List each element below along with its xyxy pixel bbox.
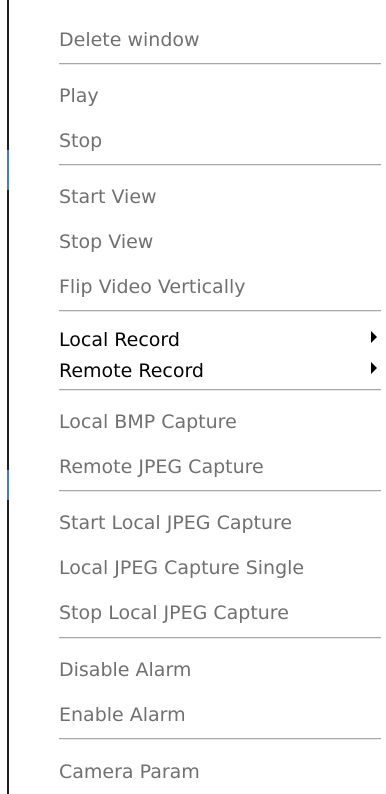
menu-item-remote-record[interactable]: Remote Record [59,359,377,383]
menu-item-label: Flip Video Vertically [59,276,246,298]
menu-separator [59,389,381,392]
menu-item-flip-video-vertically[interactable]: Flip Video Vertically [59,275,377,299]
window-left-edge [0,0,9,794]
menu-item-stop-local-jpeg-capture[interactable]: Stop Local JPEG Capture [59,601,377,625]
menu-separator [59,637,381,640]
menu-item-local-bmp-capture[interactable]: Local BMP Capture [59,410,377,434]
submenu-arrow-icon [371,331,377,343]
menu-item-label: Stop View [59,231,154,253]
menu-item-label: Camera Param [59,761,200,783]
menu-item-label: Enable Alarm [59,704,186,726]
menu-item-start-view[interactable]: Start View [59,185,377,209]
menu-separator [59,164,381,167]
menu-item-label: Local BMP Capture [59,411,237,433]
menu-item-local-jpeg-capture-single[interactable]: Local JPEG Capture Single [59,556,377,580]
menu-item-remote-jpeg-capture[interactable]: Remote JPEG Capture [59,455,377,479]
menu-item-label: Start View [59,186,157,208]
menu-item-stop-view[interactable]: Stop View [59,230,377,254]
menu-item-camera-param[interactable]: Camera Param [59,760,377,784]
menu-separator [59,490,381,493]
menu-item-label: Stop Local JPEG Capture [59,602,289,624]
menu-item-label: Local JPEG Capture Single [59,557,305,579]
menu-icon-gutter [9,0,59,794]
menu-separator [59,738,381,741]
menu-item-label: Delete window [59,29,200,51]
menu-item-label: Start Local JPEG Capture [59,512,293,534]
menu-item-enable-alarm[interactable]: Enable Alarm [59,703,377,727]
menu-item-play[interactable]: Play [59,84,377,108]
menu-item-label: Play [59,85,99,107]
menu-item-label: Remote JPEG Capture [59,456,264,478]
menu-item-disable-alarm[interactable]: Disable Alarm [59,658,377,682]
menu-item-stop[interactable]: Stop [59,129,377,153]
menu-item-delete-window[interactable]: Delete window [59,28,377,52]
menu-item-label: Disable Alarm [59,659,192,681]
menu-item-local-record[interactable]: Local Record [59,328,377,352]
menu-separator [59,63,381,66]
menu-item-start-local-jpeg-capture[interactable]: Start Local JPEG Capture [59,511,377,535]
menu-item-label: Stop [59,130,103,152]
submenu-arrow-icon [371,362,377,374]
menu-item-label: Local Record [59,329,180,351]
menu-item-label: Remote Record [59,360,204,382]
menu-separator [59,310,381,313]
